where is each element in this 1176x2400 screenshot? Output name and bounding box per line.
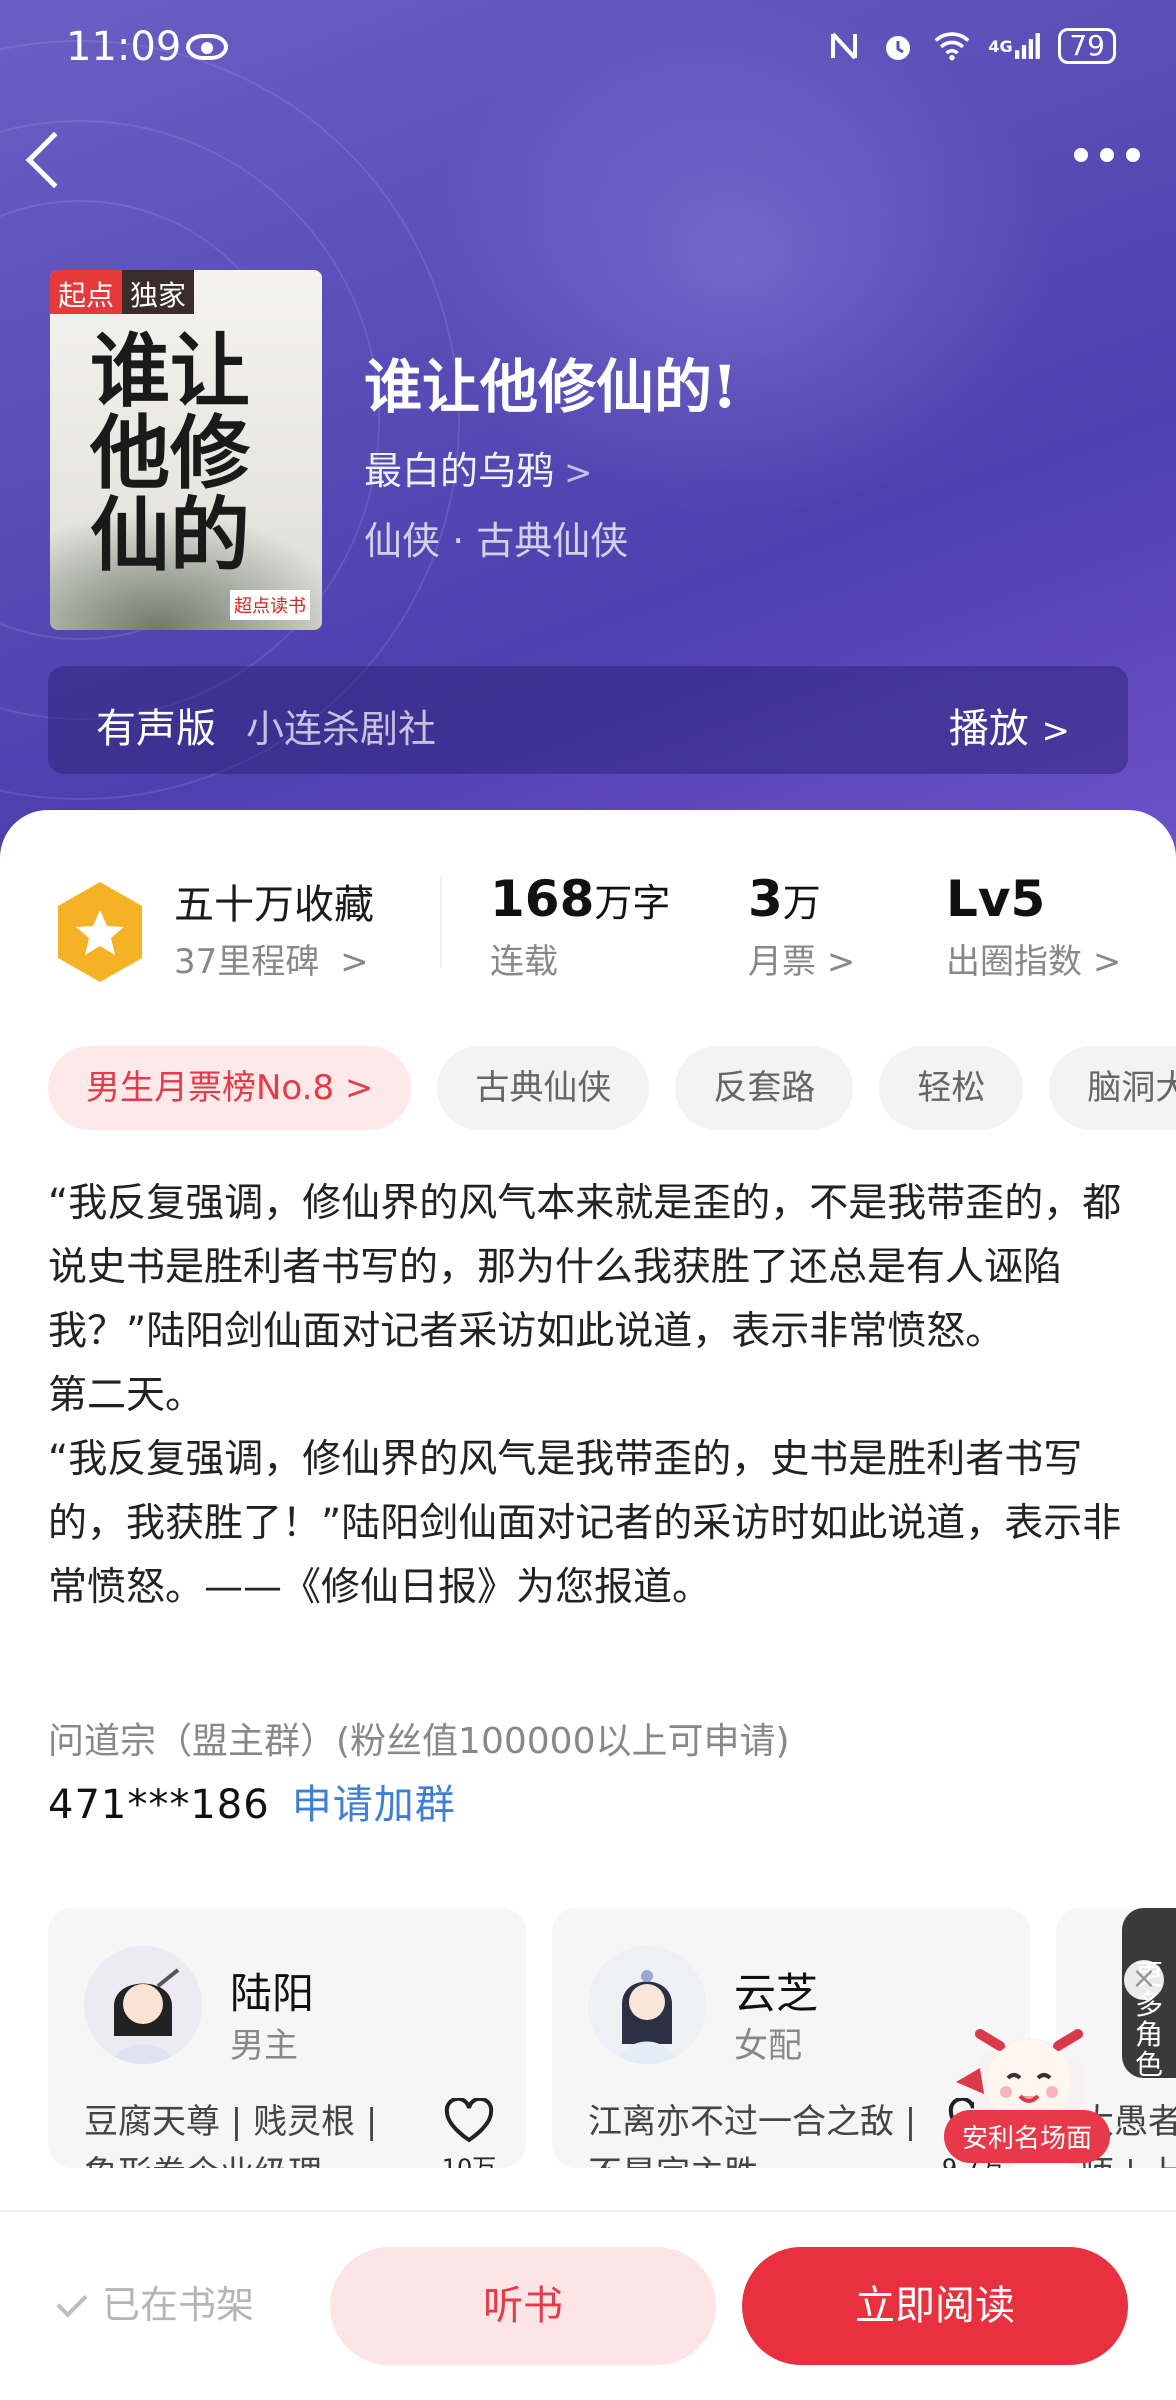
heart-icon [444, 2098, 494, 2143]
chevron-right-icon: > [564, 453, 593, 493]
like-button[interactable]: 10万 [434, 2098, 504, 2168]
like-count: 10万 [441, 2154, 497, 2168]
level-value: Lv5 [946, 870, 1046, 928]
stats-divider [440, 876, 442, 968]
cover-exclusive-tag: 独家 [122, 270, 195, 314]
character-card[interactable]: 陆阳 男主 豆腐天尊 | 贱灵根 | 象形拳企业级理… 10万 [48, 1908, 526, 2168]
audio-studio: 小连杀剧社 [246, 707, 437, 751]
ticket-value: 3 [748, 870, 783, 928]
book-description[interactable]: “我反复强调，修仙界的风气本来就是歪的，不是我带歪的，都说史书是胜利者书写的，那… [48, 1172, 1138, 1620]
read-now-button[interactable]: 立即阅读 [742, 2247, 1128, 2365]
join-group-link[interactable]: 申请加群 [292, 1782, 456, 1828]
bottom-action-bar: 已在书架 听书 立即阅读 [0, 2210, 1176, 2400]
tag-chip[interactable]: 脑洞大 [1049, 1046, 1176, 1130]
eye-icon [186, 34, 228, 60]
check-icon [56, 2286, 88, 2318]
character-desc: 江离亦不过一合之敌 | 不是宗主胜… [588, 2102, 917, 2168]
tag-chip[interactable]: 反套路 [675, 1046, 854, 1130]
popularity-stat[interactable]: Lv5 出圈指数 > [946, 870, 1121, 983]
network-type: 4G [988, 36, 1013, 56]
cover-art-title: 谁让他修仙的 [90, 324, 250, 582]
milestone-label: 37里程碑 [174, 942, 320, 982]
group-number: 471***186 [48, 1782, 270, 1828]
chevron-right-icon: > [340, 942, 369, 982]
ranking-tag[interactable]: 男生月票榜No.8 > [48, 1046, 412, 1130]
chevron-right-icon: > [1092, 942, 1122, 982]
author-name: 最白的乌鸦 [364, 449, 555, 493]
tag-row: 男生月票榜No.8 > 古典仙侠 反套路 轻松 脑洞大 [48, 1046, 1176, 1130]
mascot-label[interactable]: 安利名场面 [944, 2110, 1111, 2163]
book-title: 谁让他修仙的! [364, 353, 738, 421]
character-desc: 豆腐天尊 | 贱灵根 | 象形拳企业级理… [84, 2102, 378, 2168]
character-avatar [84, 1946, 202, 2064]
play-label: 播放 [948, 706, 1029, 752]
character-name: 陆阳 [230, 1969, 315, 2018]
cover-publisher-stamp: 超点读书 [230, 590, 310, 620]
listen-button[interactable]: 听书 [330, 2247, 716, 2365]
book-cover[interactable]: 谁让他修仙的 起点 独家 超点读书 [50, 270, 322, 630]
ticket-unit: 万 [782, 881, 821, 925]
word-count-value: 168 [490, 870, 595, 928]
cover-tag: 起点 独家 [50, 270, 195, 314]
alarm-icon [880, 28, 916, 64]
tag-chip[interactable]: 古典仙侠 [437, 1046, 650, 1130]
chevron-right-icon: > [1041, 711, 1071, 751]
audio-version-bar[interactable]: 有声版 小连杀剧社 播放 > [48, 666, 1128, 774]
fan-group-row: 471***186 申请加群 [48, 1772, 456, 1830]
word-count-label: 连载 [490, 942, 558, 982]
collect-count: 五十万收藏 [174, 882, 374, 928]
character-avatar [588, 1946, 706, 2064]
in-shelf-status[interactable]: 已在书架 [56, 2274, 255, 2329]
more-options-button[interactable] [1074, 148, 1140, 162]
monthly-ticket-stat[interactable]: 3万 月票 > [748, 870, 855, 983]
star-medal-icon [58, 882, 142, 982]
play-button[interactable]: 播放 > [949, 696, 1070, 754]
genre-label: 仙侠 · 古典仙侠 [364, 519, 629, 563]
character-role: 男主 [230, 2026, 298, 2066]
close-icon[interactable]: × [1124, 1960, 1164, 2000]
tag-chip[interactable]: 轻松 [879, 1046, 1024, 1130]
signal-icon: 4G [988, 28, 1040, 64]
battery-indicator: 79 [1058, 28, 1116, 64]
cover-brand-tag: 起点 [50, 270, 123, 314]
word-count-stat: 168万字 连载 [490, 870, 670, 983]
status-icons: 4G 79 [826, 28, 1116, 64]
chevron-right-icon: > [826, 942, 856, 982]
fan-group-label: 问道宗（盟主群）(粉丝值100000以上可申请) [48, 1721, 790, 1762]
status-time: 11:09 [66, 24, 182, 70]
author-link[interactable]: 最白的乌鸦 > [364, 440, 593, 495]
level-label: 出圈指数 [946, 942, 1082, 982]
word-count-unit: 万字 [594, 881, 671, 925]
audio-label: 有声版 [96, 706, 216, 752]
ticket-label: 月票 [748, 942, 816, 982]
shelf-label: 已在书架 [102, 2283, 255, 2327]
character-name: 云芝 [734, 1969, 819, 2018]
character-role: 女配 [734, 2026, 802, 2066]
wifi-icon [934, 28, 970, 64]
milestone-link[interactable]: 37里程碑 > [174, 934, 369, 983]
status-bar: 11:09 4G 79 [0, 0, 1176, 100]
nfc-icon [826, 28, 862, 64]
